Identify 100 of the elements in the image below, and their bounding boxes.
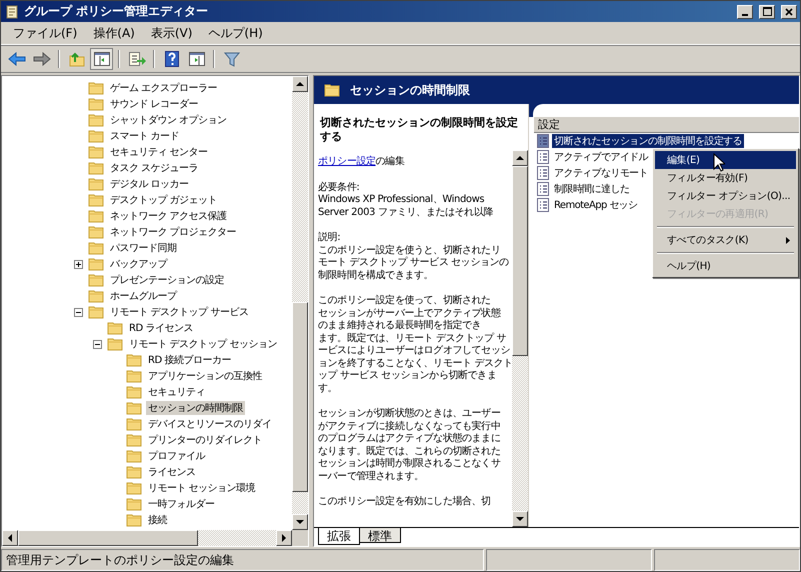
folder-icon [88, 129, 104, 143]
tree-item[interactable]: シャットダウン オプション [108, 113, 229, 127]
scroll-up-button[interactable] [512, 150, 528, 166]
tree-item[interactable]: ネットワーク プロジェクター [108, 225, 238, 239]
tree-item[interactable]: ゲーム エクスプローラー [108, 81, 220, 95]
tree-item[interactable]: 接続 [146, 513, 169, 527]
scroll-right-button[interactable] [276, 530, 292, 546]
folder-icon [88, 193, 104, 207]
folder-icon [126, 449, 142, 463]
policy-row[interactable]: アクティブなリモート [552, 166, 650, 180]
tree-item[interactable]: リモート デスクトップ サービス [108, 305, 250, 319]
folder-icon [126, 401, 142, 415]
tree-item[interactable]: セキュリティ [146, 385, 207, 399]
folder-icon [88, 241, 104, 255]
menu-item[interactable]: フィルター有効(F) [655, 169, 796, 187]
tree-item[interactable]: RD 接続ブローカー [146, 353, 233, 367]
folder-icon [126, 481, 142, 495]
tree-item[interactable]: ネットワーク アクセス保護 [108, 209, 229, 223]
tree-item[interactable]: デスクトップ ガジェット [108, 193, 220, 207]
menu-item[interactable]: フィルター オプション(O)... [655, 187, 796, 205]
tree-item[interactable]: リモート デスクトップ セッション [127, 337, 279, 351]
policy-settings-link[interactable]: ポリシー設定 [318, 156, 376, 167]
column-header[interactable]: 設定 [534, 117, 799, 133]
tree-item[interactable]: プレゼンテーションの設定 [108, 273, 226, 287]
menu-item[interactable]: 表示(V) [142, 22, 200, 44]
folder-icon [88, 81, 104, 95]
folder-icon [88, 161, 104, 175]
policy-row[interactable]: 制限時間に達した [552, 182, 632, 196]
folder-icon [88, 257, 104, 271]
back-arrow-icon [8, 52, 26, 66]
close-button[interactable] [781, 4, 797, 18]
collapse-toggle[interactable] [93, 340, 102, 348]
submenu-arrow-icon [786, 236, 790, 244]
tree-item[interactable]: サウンド レコーダー [108, 97, 200, 111]
policy-row[interactable]: アクティブでアイドル [552, 150, 650, 164]
menu-item[interactable]: ファイル(F) [5, 22, 86, 44]
vertical-scrollbar[interactable] [292, 76, 308, 530]
minimize-button[interactable] [737, 4, 753, 18]
description-paragraph: 必要条件: Windows XP Professional、Windows Server 2003 ファミリ、またはそれ以降 [318, 182, 494, 219]
scrollbar-thumb[interactable] [512, 166, 528, 356]
status-text: 管理用テンプレートのポリシー設定の編集 [1, 549, 484, 571]
policy-document-icon [537, 182, 549, 196]
description-paragraph: このポリシー設定を有効にした場合、切 [318, 496, 492, 508]
folder-icon [107, 337, 123, 351]
tab[interactable]: 標準 [359, 528, 401, 543]
scrollbar-thumb[interactable] [18, 530, 198, 546]
folder-icon [107, 321, 123, 335]
menu-item[interactable]: 編集(E) [655, 151, 796, 169]
policy-document-icon [537, 198, 549, 212]
tree-item[interactable]: プロファイル [146, 449, 207, 463]
policy-document-icon [537, 134, 549, 148]
description-paragraph: セッションが切断状態のときは、ユーザー がアクティブに接続しなくなっても実行中 のプログラムはアクティブな状態のままに なります。既定では、これらの切断された セッションは時間が制限されることなくサ ーバーで管理されます。 [318, 408, 502, 483]
folder-icon [88, 177, 104, 191]
vertical-scrollbar[interactable] [512, 150, 528, 527]
scroll-down-button[interactable] [292, 514, 308, 530]
policy-document-icon [537, 150, 549, 164]
scroll-left-button[interactable] [2, 530, 18, 546]
collapse-toggle[interactable] [74, 308, 83, 316]
scroll-down-button[interactable] [512, 511, 528, 527]
scroll-app-icon [4, 4, 20, 20]
tree-item[interactable]: 一時フォルダー [146, 497, 216, 511]
tree-item[interactable]: デジタル ロッカー [108, 177, 191, 191]
description-paragraph: 説明: このポリシー設定を使うと、切断されたリ モート デスクトップ サービス セッションの 制限時間を構成できます。 [318, 232, 510, 282]
tree-item[interactable]: アプリケーションの互換性 [146, 369, 264, 383]
expand-toggle[interactable] [74, 260, 83, 268]
policy-row[interactable]: RemoteApp セッシ [552, 198, 640, 212]
tree-item[interactable]: デバイスとリソースのリダイ [146, 417, 274, 431]
tree-item[interactable]: セキュリティ センター [108, 145, 210, 159]
tree-item[interactable]: セッションの時間制限 [146, 401, 245, 415]
tree-item[interactable]: ホームグループ [108, 289, 178, 303]
scrollbar-thumb[interactable] [292, 302, 308, 492]
menu-item[interactable]: ヘルプ(H) [200, 22, 271, 44]
tree-item[interactable]: ライセンス [146, 465, 198, 479]
scroll-up-button[interactable] [292, 76, 308, 92]
console-tree-icon [94, 52, 110, 66]
action-pane-icon [188, 52, 204, 66]
policy-title: 切断されたセッションの制限時間を設定する [318, 115, 519, 145]
menu-item[interactable]: 操作(A) [85, 22, 143, 44]
menu-item[interactable]: ヘルプ(H) [655, 257, 796, 275]
link-suffix-text: の編集 [376, 156, 404, 167]
maximize-button[interactable] [759, 4, 775, 18]
folder-icon [88, 145, 104, 159]
folder-up-icon [68, 51, 84, 67]
tree-item[interactable]: プリンターのリダイレクト [146, 433, 264, 447]
tree-item[interactable]: バックアップ [108, 257, 169, 271]
tree-item[interactable]: RD ライセンス [127, 321, 195, 335]
horizontal-scrollbar[interactable] [2, 530, 308, 546]
folder-icon [88, 97, 104, 111]
toolbar-button[interactable] [90, 48, 113, 70]
folder-icon [126, 369, 142, 383]
tab[interactable]: 拡張 [318, 528, 360, 545]
tree-item[interactable]: タスク スケジューラ [108, 161, 200, 175]
header-title: セッションの時間制限 [350, 82, 470, 98]
policy-row[interactable]: 切断されたセッションの制限時間を設定する [552, 134, 744, 148]
menu-item[interactable]: すべてのタスク(K) [655, 231, 796, 249]
tree-item[interactable]: リモート セッション環境 [146, 481, 258, 495]
tree-item[interactable]: スマート カード [108, 129, 182, 143]
tree-item[interactable]: パスワード同期 [108, 241, 178, 255]
scrollbar-corner [292, 530, 308, 546]
close-icon [785, 8, 793, 16]
